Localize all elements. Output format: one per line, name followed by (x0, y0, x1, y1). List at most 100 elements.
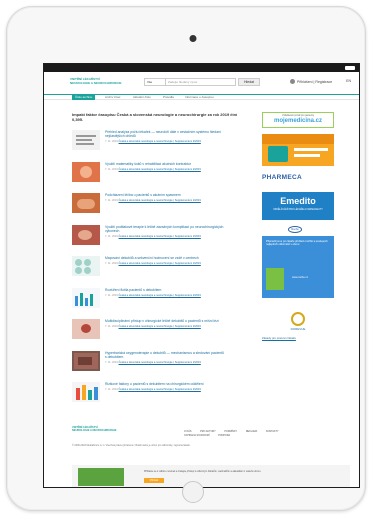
article-thumbnail[interactable] (72, 319, 100, 339)
footer-link-authors[interactable]: PRO AUTORY (200, 430, 216, 433)
ad-mojemedicina[interactable]: Vzdělávací portál pro pacienty mojemedic… (262, 112, 334, 128)
article-meta: 7. 11. 2019 Česká a slovenská neurologie… (105, 262, 201, 265)
ad-dorevue[interactable]: DOREVUE (262, 312, 334, 332)
article-meta: 7. 11. 2019 Česká a slovenská neurologie… (105, 199, 201, 202)
list-item[interactable]: Mapování dekubitů a sekvenční hodnocení … (72, 256, 242, 288)
article-thumbnail[interactable] (72, 224, 100, 245)
footer-link-support[interactable]: PODPORA (218, 434, 230, 437)
ad-pharmeca[interactable]: PHARMECA (262, 174, 334, 184)
journal-link[interactable]: Česká a slovenská neurologie a neurochir… (119, 140, 201, 143)
camera-icon (189, 35, 197, 42)
journal-link[interactable]: Česká a slovenská neurologie a neurochir… (119, 388, 201, 391)
article-list: Impakt faktor časopisu Česká a slovenská… (72, 112, 242, 414)
ad-note-link[interactable]: Zásady pro pracovní lékaře (262, 336, 334, 340)
footer-logo[interactable]: VNITŘNÍ LÉKAŘSTVÍ NEUROLOGIE A NEUROCHIR… (72, 426, 116, 432)
journal-link[interactable]: Česká a slovenská neurologie a neurochir… (119, 168, 201, 171)
article-title[interactable]: Využití matematiky šoků v rehabilitaci a… (105, 162, 225, 166)
list-item[interactable]: Podchlazení léčba u pacientů s akutním s… (72, 193, 242, 225)
dorevue-logo (291, 312, 305, 326)
article-meta: 7. 11. 2019 Česká a slovenská neurologie… (105, 167, 201, 171)
search-input[interactable]: Zadejte hledaný výraz (166, 78, 236, 86)
roche-banner: Připravili jsme pro lékaře přehled o léč… (262, 236, 334, 298)
article-thumbnail[interactable] (72, 256, 100, 276)
emedito-subtitle: VZDĚLÁVÁNÍ PRO LÉKAŘE A FARMACEUTY (273, 208, 323, 211)
ad-promo-banner[interactable] (262, 134, 334, 166)
roche-text: Připravili jsme pro lékaře přehled o léč… (266, 240, 328, 247)
article-meta: 7. 11. 2019 Česká a slovenská neurologie… (105, 325, 201, 328)
article-title[interactable]: Mapování dekubitů a sekvenční hodnocení … (105, 256, 225, 260)
footer-link-terms[interactable]: PODMÍNKY (224, 430, 237, 433)
article-title[interactable]: Hyperbarická oxygenoterapie u dekubitů —… (105, 351, 225, 359)
article-title[interactable]: Podchlazení léčba u pacientů s akutním s… (105, 193, 225, 197)
article-title[interactable]: Přehled analýza počtu lékařek — neurolóř… (105, 130, 225, 138)
article-meta: 7. 11. 2019 Česká a slovenská neurologie… (105, 293, 201, 297)
article-meta: 7. 11. 2019 Česká a slovenská neurologie… (105, 388, 201, 391)
sidebar-ads: Vzdělávací portál pro pacienty mojemedic… (262, 112, 334, 340)
journal-link[interactable]: Česká a slovenská neurologie a neurochir… (119, 199, 201, 202)
nav-item-current[interactable]: Aktuální číslo (130, 95, 154, 100)
article-title[interactable]: Využití podtlakové terapie k léčbě závaž… (105, 225, 225, 233)
search-button[interactable]: Hledat (238, 78, 260, 86)
banner-text: Přihlaste se k odběru novinek a získejte… (144, 470, 262, 473)
ad-title: mojemedicina.cz (273, 118, 323, 124)
list-item[interactable]: Využití podtlakové terapie k léčbě závaž… (72, 224, 242, 257)
article-title[interactable]: Multidisciplinární přístup v chirurgické… (105, 319, 225, 323)
copyright: © 2006-2024 Mediaforum s.r.o. Všechna pr… (72, 444, 191, 447)
list-item[interactable]: Multidisciplinární přístup v chirurgické… (72, 319, 242, 351)
article-meta: 7. 11. 2019 Česká a slovenská neurologie… (105, 234, 201, 238)
banner-image (78, 468, 124, 486)
journal-link[interactable]: Česká a slovenská neurologie a neurochir… (119, 235, 201, 238)
login-link[interactable]: Přihlášení | Registrace (290, 79, 332, 84)
list-item[interactable]: Využití matematiky šoků v rehabilitaci a… (72, 161, 242, 194)
nav-item-info[interactable]: Informace o časopisu (182, 95, 217, 100)
footer-banner[interactable]: Přihlaste se k odběru novinek a získejte… (72, 465, 350, 487)
journal-link[interactable]: Česká a slovenská neurologie a neurochir… (119, 325, 201, 328)
article-thumbnail[interactable] (72, 130, 100, 150)
article-thumbnail[interactable] (72, 350, 100, 371)
article-meta: 7. 11. 2019 Česká a slovenská neurologie… (105, 360, 201, 364)
nav-item-archive-number[interactable]: Číslo archivu (72, 95, 96, 100)
user-icon (290, 79, 295, 84)
list-item[interactable]: Přehled analýza počtu lékařek — neurolóř… (72, 130, 242, 162)
battery-icon (345, 66, 355, 70)
ad-emedito[interactable]: Emedito VZDĚLÁVÁNÍ PRO LÉKAŘE A FARMACEU… (262, 192, 334, 220)
article-thumbnail[interactable] (72, 382, 100, 402)
search-bar: Vše Zadejte hledaný výraz Hledat (144, 78, 260, 86)
footer-link-about[interactable]: O NÁS (184, 430, 191, 433)
ad-roche[interactable]: Roche Připravili jsme pro lékaře přehled… (262, 226, 334, 308)
main-nav: Číslo archivu Archiv čísel Aktuální čísl… (44, 94, 359, 100)
page-title: Impakt faktor časopisu Česká a slovenská… (72, 112, 238, 122)
emedito-logo: Emedito (280, 196, 316, 206)
roche-illustration (266, 268, 284, 290)
journal-link[interactable]: Česká a slovenská neurologie a neurochir… (119, 361, 201, 364)
site-logo[interactable]: VNITŘNÍ LÉKAŘSTVÍ NEUROLOGIE A NEUROCHIR… (70, 77, 122, 85)
login-label: Přihlášení | Registrace (297, 79, 333, 84)
list-item[interactable]: Rozšíření flotila pacientů s dekubitem 7… (72, 287, 242, 320)
footer-link-privacy[interactable]: OCHRANA SOUKROMÍ (184, 434, 210, 437)
logo-line2: NEUROLOGIE A NEUROCHIRURGIE (70, 80, 122, 85)
site-footer: VNITŘNÍ LÉKAŘSTVÍ NEUROLOGIE A NEUROCHIR… (44, 416, 359, 487)
home-button[interactable] (182, 481, 204, 503)
list-item[interactable]: Hyperbarická oxygenoterapie u dekubitů —… (72, 350, 242, 383)
article-meta: 7. 11. 2019 Česká a slovenská neurologie… (105, 140, 201, 143)
roche-logo: Roche (288, 226, 302, 233)
footer-link-ads[interactable]: REKLAMA (246, 430, 257, 433)
tablet-frame: VNITŘNÍ LÉKAŘSTVÍ NEUROLOGIE A NEUROCHIR… (6, 6, 366, 511)
journal-link[interactable]: Česká a slovenská neurologie a neurochir… (119, 262, 201, 265)
search-scope-select[interactable]: Vše (144, 78, 166, 86)
nav-item-archive[interactable]: Archiv čísel (102, 95, 123, 100)
article-thumbnail[interactable] (72, 193, 100, 213)
footer-links: O NÁS PRO AUTORY PODMÍNKY REKLAMA KONTAK… (184, 430, 354, 438)
nav-item-rules[interactable]: Pravidla (160, 95, 177, 100)
footer-link-contact[interactable]: KONTAKTY (266, 430, 279, 433)
journal-link[interactable]: Česká a slovenská neurologie a neurochir… (119, 294, 201, 297)
list-item[interactable]: Rizikové faktory u pacientů s dekubitem … (72, 382, 242, 414)
banner-button[interactable]: Přihlásit (144, 478, 164, 483)
article-title[interactable]: Rozšíření flotila pacientů s dekubitem (105, 288, 225, 292)
article-title[interactable]: Rizikové faktory u pacientů s dekubitem … (105, 382, 225, 386)
footer-logo-line2: NEUROLOGIE A NEUROCHIRURGIE (72, 429, 117, 433)
article-thumbnail[interactable] (72, 287, 100, 308)
article-thumbnail[interactable] (72, 161, 100, 182)
language-switch[interactable]: EN (346, 79, 351, 83)
site-header: VNITŘNÍ LÉKAŘSTVÍ NEUROLOGIE A NEUROCHIR… (44, 72, 359, 94)
